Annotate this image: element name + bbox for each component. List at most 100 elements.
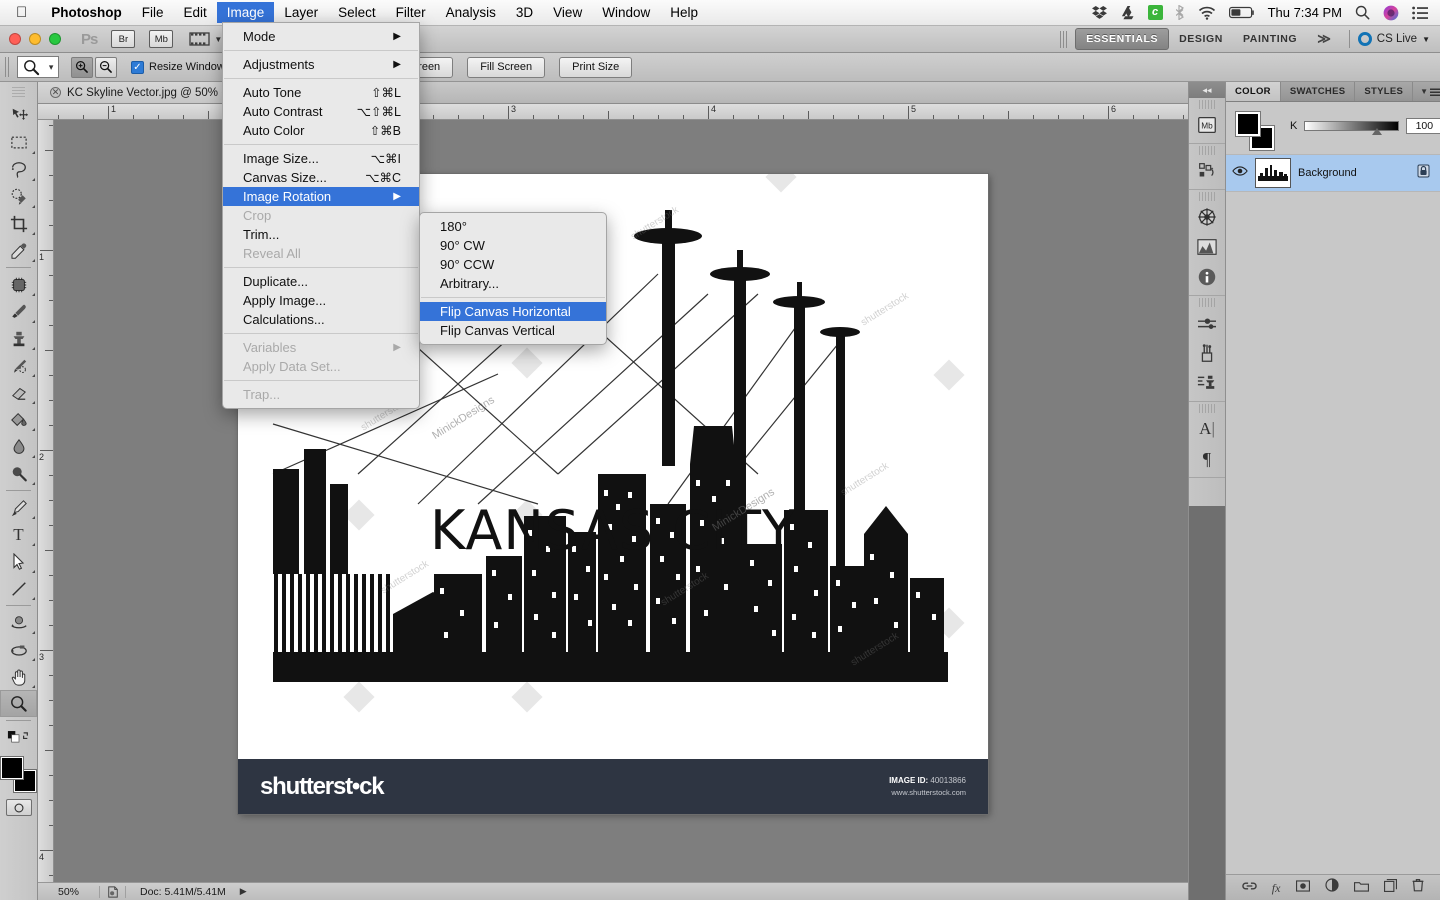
k-slider-value[interactable]: 100 [1406,118,1440,134]
pen-tool[interactable] [0,494,37,521]
info-icon[interactable] [1189,262,1225,292]
navigator-icon[interactable] [1189,202,1225,232]
gradient-tool[interactable] [0,406,37,433]
layer-thumbnail[interactable] [1255,158,1291,188]
zoom-tool[interactable] [0,690,37,717]
spot-healing-brush-tool[interactable] [0,271,37,298]
history-brush-tool[interactable] [0,352,37,379]
bluetooth-icon[interactable] [1175,5,1185,20]
layer-row-background[interactable]: Background [1226,154,1440,192]
menu-file[interactable]: File [132,2,174,23]
menu-3d[interactable]: 3D [506,2,543,23]
workspace-essentials[interactable]: ESSENTIALS [1075,28,1170,50]
close-window-button[interactable] [9,33,21,45]
brush-tool[interactable] [0,298,37,325]
launch-mini-bridge-button[interactable]: Mb [149,30,174,48]
delete-layer-icon[interactable] [1412,878,1424,897]
quick-mask-icon[interactable] [5,799,32,816]
dock-grip[interactable] [1199,192,1215,201]
character-icon[interactable]: A| [1189,414,1225,444]
image-menu-dropdown[interactable]: Mode ▶ Adjustments ▶ Auto Tone ⇧⌘L Auto Contra… [222,22,420,409]
layer-name[interactable]: Background [1298,167,1357,179]
3d-rotate-tool[interactable] [0,609,37,636]
k-slider-thumb[interactable] [1372,128,1382,135]
zoom-window-button[interactable] [49,33,61,45]
cs-live-button[interactable]: CS Live ▼ [1357,32,1430,46]
rectangular-marquee-tool[interactable] [0,129,37,156]
image-menu-item-auto-color[interactable]: Auto Color ⇧⌘B [223,121,419,140]
rotation-menu-item-flip-canvas-horizontal[interactable]: Flip Canvas Horizontal [420,302,606,321]
rotation-menu-item-180[interactable]: 180° [420,217,606,236]
workspace-more-button[interactable]: ≫ [1307,31,1341,47]
dock-grip[interactable] [1199,146,1215,155]
dock-grip[interactable] [1199,404,1215,413]
eraser-tool[interactable] [0,379,37,406]
paragraph-icon[interactable]: ¶ [1189,444,1225,474]
google-drive-icon[interactable] [1120,5,1135,20]
workspace-painting[interactable]: PAINTING [1233,29,1307,49]
tab-swatches[interactable]: SWATCHES [1281,82,1356,101]
crop-tool[interactable] [0,210,37,237]
view-extras-button[interactable]: ▼ [189,31,222,47]
image-menu-item-auto-contrast[interactable]: Auto Contrast ⌥⇧⌘L [223,102,419,121]
k-channel-slider[interactable]: K 100 % [1290,118,1440,134]
tool-presets-icon[interactable] [1189,308,1225,338]
new-layer-icon[interactable] [1384,878,1398,897]
rotation-menu-item-arbitrary[interactable]: Arbitrary... [420,274,606,293]
apple-icon[interactable]:  [0,5,41,20]
clone-stamp-tool[interactable] [0,325,37,352]
siri-icon[interactable] [1383,5,1399,21]
tab-styles[interactable]: STYLES [1355,82,1414,101]
rotation-menu-item-90-cw[interactable]: 90° CW [420,236,606,255]
3d-orbit-tool[interactable] [0,636,37,663]
menu-analysis[interactable]: Analysis [436,2,506,23]
histogram-icon[interactable] [1189,232,1225,262]
close-icon[interactable]: ✕ [50,87,61,98]
document-tab[interactable]: ✕ KC Skyline Vector.jpg @ 50% (R [38,82,247,103]
brush-presets-icon[interactable] [1189,338,1225,368]
blur-tool[interactable] [0,433,37,460]
toolbox-grip[interactable] [12,85,25,99]
menu-edit[interactable]: Edit [174,2,217,23]
launch-bridge-button[interactable]: Br [111,30,136,48]
image-menu-item-mode[interactable]: Mode ▶ [223,27,419,46]
hand-tool[interactable] [0,663,37,690]
new-group-icon[interactable] [1354,879,1370,897]
foreground-color-swatch[interactable] [0,757,23,779]
color-swatches[interactable] [0,757,37,793]
battery-icon[interactable] [1228,6,1255,19]
layer-visibility-icon[interactable] [1232,164,1248,182]
color-panel-swatches[interactable] [1236,112,1274,150]
image-menu-item-calculations[interactable]: Calculations... [223,310,419,329]
status-menu-arrow[interactable]: ▶ [240,886,247,897]
menu-window[interactable]: Window [592,2,660,23]
notification-center-icon[interactable] [1412,6,1428,20]
document-icon[interactable] [100,885,126,898]
print-size-button[interactable]: Print Size [559,56,633,78]
tool-preset-picker[interactable]: ▾ [17,56,59,78]
lasso-tool[interactable] [0,156,37,183]
collapse-panels-button[interactable]: ◂◂ [1189,82,1225,98]
menu-select[interactable]: Select [328,2,386,23]
mini-bridge-icon[interactable]: Mb [1189,110,1225,140]
dock-grip[interactable] [1199,298,1215,307]
default-colors-button[interactable] [0,724,37,751]
image-menu-item-image-rotation[interactable]: Image Rotation ▶ [223,187,419,206]
zoom-out-icon[interactable] [95,56,117,78]
path-selection-tool[interactable] [0,548,37,575]
menu-photoshop[interactable]: Photoshop [41,2,132,23]
options-bar-grip[interactable] [5,57,11,77]
foreground-color-swatch[interactable] [1236,112,1260,136]
menu-filter[interactable]: Filter [386,2,436,23]
image-menu-item-auto-tone[interactable]: Auto Tone ⇧⌘L [223,83,419,102]
spotlight-search-icon[interactable] [1355,5,1370,20]
menu-view[interactable]: View [543,2,592,23]
dropbox-icon[interactable] [1091,5,1107,20]
quick-selection-tool[interactable] [0,183,37,210]
zoom-in-icon[interactable] [71,56,93,78]
image-menu-item-image-size[interactable]: Image Size... ⌥⌘I [223,149,419,168]
rotation-menu-item-flip-canvas-vertical[interactable]: Flip Canvas Vertical [420,321,606,340]
rotation-menu-item-90-ccw[interactable]: 90° CCW [420,255,606,274]
image-menu-item-apply-image[interactable]: Apply Image... [223,291,419,310]
image-menu-item-adjustments[interactable]: Adjustments ▶ [223,55,419,74]
